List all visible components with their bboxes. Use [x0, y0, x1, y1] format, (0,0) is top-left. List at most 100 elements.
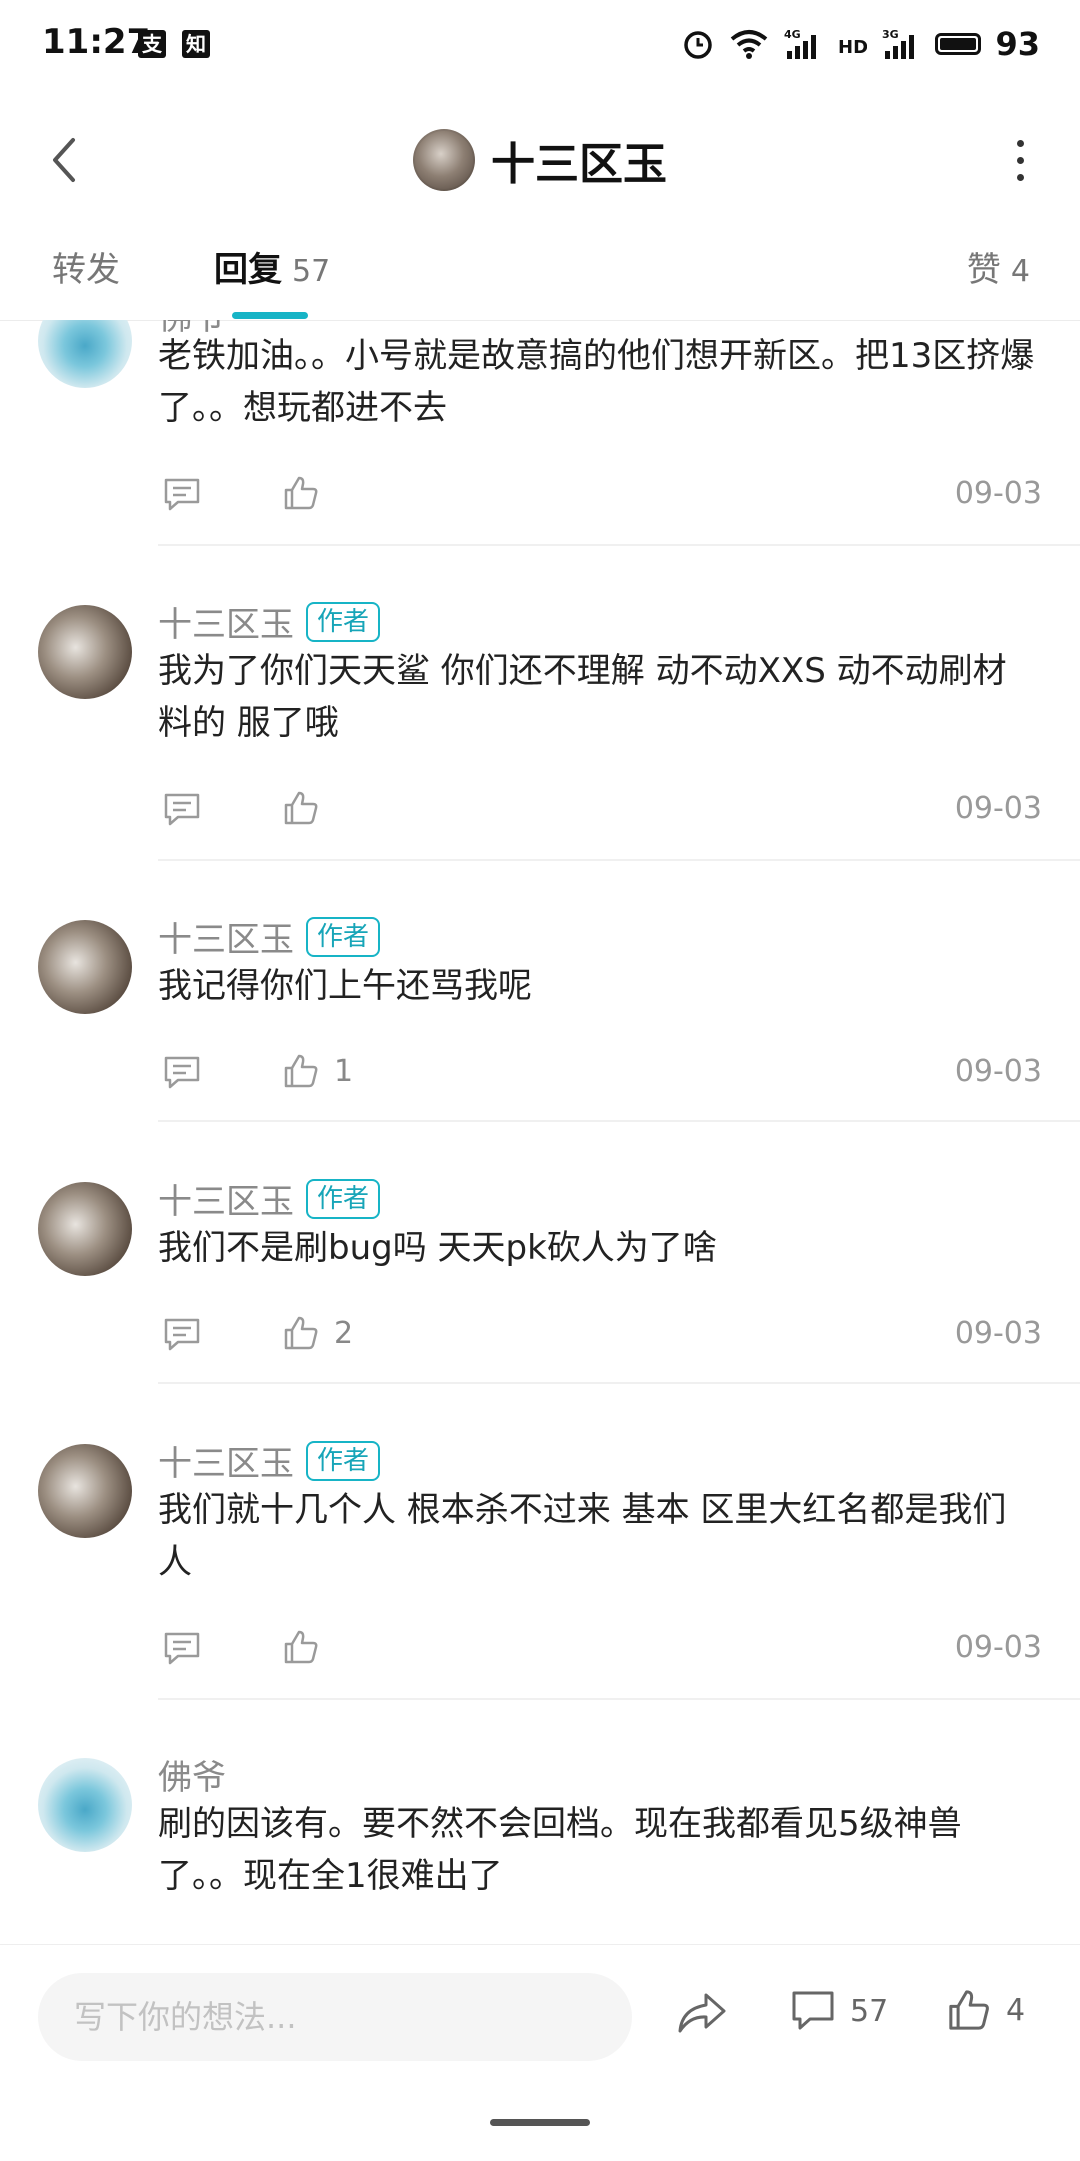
home-indicator[interactable] [490, 2119, 590, 2126]
like-button[interactable]: 2 [282, 1314, 353, 1352]
reply-icon[interactable] [162, 1316, 202, 1352]
status-time: 11:27 [42, 22, 151, 62]
comment-author-name[interactable]: 十三区玉 [158, 1436, 294, 1485]
comment-icon [792, 1991, 834, 2030]
header-profile[interactable]: 十三区玉 [0, 110, 1080, 210]
comment-author-name[interactable]: 十三区玉 [158, 597, 294, 646]
comment-text[interactable]: 我记得你们上午还骂我呢 [158, 960, 1038, 1012]
reply-icon[interactable] [162, 791, 202, 827]
thumbs-up-icon [284, 476, 318, 510]
divider [158, 859, 1080, 861]
comment-author: 十三区玉 作者 [158, 1174, 381, 1223]
bottom-bar: 57 4 [0, 1944, 1080, 2161]
like-count: 1 [334, 1053, 354, 1089]
reply-icon[interactable] [162, 1054, 202, 1090]
tab-reply[interactable]: 回复 57 [214, 242, 330, 302]
signal-3g-icon: 3G [882, 28, 915, 59]
svg-text:HD: HD [838, 37, 867, 58]
tab-like-count: 4 [1010, 254, 1030, 289]
alarm-icon [684, 31, 713, 59]
tab-forward[interactable]: 转发 [52, 242, 120, 302]
avatar[interactable] [38, 605, 132, 699]
avatar[interactable] [38, 1444, 132, 1538]
comment-actions: 09-03 [158, 785, 1042, 835]
comment-date: 09-03 [954, 1054, 1042, 1089]
thumbs-up-icon [284, 1316, 318, 1350]
hd-icon: HD [838, 37, 867, 58]
divider [158, 1382, 1080, 1384]
comment-text[interactable]: 刷的因该有。要不然不会回档。现在我都看见5级神兽了。。现在全1很难出了 [158, 1798, 1038, 1902]
like-button[interactable] [282, 474, 334, 512]
tab-forward-label: 转发 [52, 250, 120, 290]
like-button[interactable]: 1 [282, 1052, 353, 1090]
like-button[interactable] [282, 789, 334, 827]
reply-icon[interactable] [162, 1630, 202, 1666]
comment-author: 佛爷 [158, 1750, 226, 1799]
thumbs-up-icon [284, 1630, 318, 1664]
like-count: 4 [1006, 1992, 1026, 2028]
comment-author: 十三区玉 作者 [158, 912, 381, 961]
zhihu-notification-icon: 知 [182, 30, 210, 58]
active-tab-indicator [232, 312, 308, 319]
battery-icon [935, 33, 982, 55]
comment-text[interactable]: 我们不是刷bug吗 天天pk砍人为了啥 [158, 1222, 1038, 1274]
divider [158, 1698, 1080, 1700]
tab-reply-count: 57 [292, 254, 331, 289]
status-bar: 11:27 支 知 4G HD 3G 93 [0, 0, 1080, 90]
tab-bar: 转发 回复 57 赞 4 [0, 230, 1080, 321]
battery-percentage: 93 [995, 25, 1040, 63]
avatar[interactable] [38, 320, 132, 388]
avatar[interactable] [413, 129, 475, 191]
comment-text[interactable]: 我们就十几个人 根本杀不过来 基本 区里大红名都是我们人 [158, 1484, 1038, 1588]
comment-actions: 09-03 [158, 470, 1042, 520]
thumbs-up-icon [284, 1054, 318, 1088]
like-button[interactable]: 4 [946, 1987, 1025, 2033]
comment-author-name[interactable]: 十三区玉 [158, 912, 294, 961]
comment-input[interactable] [38, 1973, 632, 2061]
more-dot-icon [1016, 139, 1024, 147]
comment-date: 09-03 [954, 791, 1042, 826]
author-badge: 作者 [306, 601, 381, 642]
alipay-notification-icon: 支 [138, 30, 166, 58]
like-button[interactable] [282, 1628, 334, 1666]
tab-like[interactable]: 赞 4 [967, 242, 1030, 302]
signal-4g-icon: 4G [784, 28, 817, 59]
author-badge: 作者 [306, 1178, 381, 1219]
comment-list[interactable]: 佛爷 老铁加油。。小号就是故意搞的他们想开新区。把13区挤爆了。。想玩都进不去 … [0, 320, 1080, 1944]
divider [158, 544, 1080, 546]
share-icon[interactable] [676, 1989, 728, 2037]
more-dot-icon [1016, 173, 1024, 181]
comment-count: 57 [850, 1993, 889, 2029]
comment-actions: 2 09-03 [158, 1310, 1042, 1360]
comment-date: 09-03 [954, 476, 1042, 511]
svg-text:3G: 3G [882, 28, 899, 41]
tab-reply-label: 回复 [214, 250, 282, 290]
avatar[interactable] [38, 1182, 132, 1276]
wifi-icon [731, 30, 768, 59]
comment-button[interactable]: 57 [790, 1989, 888, 2033]
comment-actions: 09-03 [158, 1624, 1042, 1674]
comment-author-name[interactable]: 佛爷 [158, 1750, 226, 1799]
comment-author: 十三区玉 作者 [158, 1436, 381, 1485]
author-badge: 作者 [306, 916, 381, 957]
comment-author: 十三区玉 作者 [158, 597, 381, 646]
status-indicators: 4G HD 3G 93 [681, 24, 1040, 64]
comment-text[interactable]: 我为了你们天天鲨 你们还不理解 动不动XXS 动不动刷材料的 服了哦 [158, 645, 1038, 749]
header: 十三区玉 [0, 90, 1080, 230]
avatar[interactable] [38, 1758, 132, 1852]
comment-date: 09-03 [954, 1630, 1042, 1665]
more-dot-icon [1016, 156, 1024, 164]
comment-actions: 1 09-03 [158, 1048, 1042, 1098]
svg-text:4G: 4G [784, 28, 801, 41]
avatar[interactable] [38, 920, 132, 1014]
thumbs-up-icon [284, 791, 318, 825]
author-badge: 作者 [306, 1440, 381, 1481]
comment-date: 09-03 [954, 1316, 1042, 1351]
tab-like-label: 赞 [966, 250, 1001, 290]
more-options-button[interactable] [1008, 130, 1032, 190]
page-title: 十三区玉 [491, 139, 667, 190]
like-count: 2 [334, 1315, 354, 1351]
reply-icon[interactable] [162, 476, 202, 512]
comment-text[interactable]: 老铁加油。。小号就是故意搞的他们想开新区。把13区挤爆了。。想玩都进不去 [158, 330, 1038, 434]
comment-author-name[interactable]: 十三区玉 [158, 1174, 294, 1223]
